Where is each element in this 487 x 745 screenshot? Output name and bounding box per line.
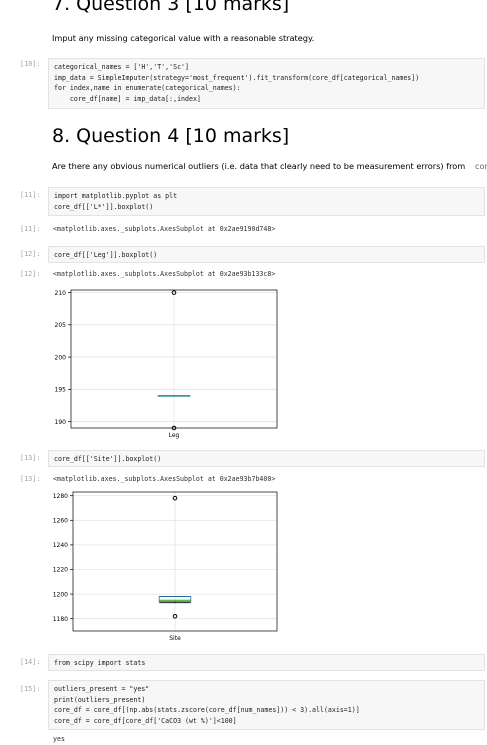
q3-heading: 7. Question 3 [10 marks]	[52, 0, 290, 15]
code-line: import matplotlib.pyplot as plt	[54, 192, 178, 200]
cell-prompt-out: [12]:	[20, 270, 41, 278]
code-cell[interactable]: outliers_present = "yes" print(outliers_…	[48, 680, 485, 730]
code-line: core_df[['Leg']].boxplot()	[54, 251, 158, 259]
y-tick-label: 205	[55, 322, 67, 329]
q4-instruction-overflow: cor	[475, 161, 487, 171]
y-tick-label: 1220	[53, 567, 68, 574]
code-line: core_df = core_df[core_df['CaCO3 (wt %)'…	[54, 716, 237, 725]
code-line: core_df[name] = imp_data[:,index]	[54, 94, 201, 103]
code-line: imp_data = SimpleImputer(strategy='most_…	[54, 73, 420, 82]
code-line: outliers_present = "yes"	[54, 685, 150, 693]
y-tick-label: 190	[55, 419, 67, 426]
code-line: for index,name in enumerate(categorical_…	[54, 84, 241, 92]
y-tick-label: 1240	[53, 542, 68, 549]
q4-instruction: Are there any obvious numerical outliers…	[52, 161, 466, 171]
q3-instruction: Imput any missing categorical value with…	[52, 33, 315, 43]
y-tick-label: 200	[55, 354, 67, 361]
code-cell[interactable]: import matplotlib.pyplot as plt core_df[…	[48, 187, 485, 216]
code-line: from scipy import stats	[54, 659, 146, 667]
code-cell[interactable]: core_df[['Leg']].boxplot()	[48, 246, 485, 263]
cell-output: <matplotlib.axes._subplots.AxesSubplot a…	[53, 225, 276, 233]
cell-prompt-in: [14]:	[20, 658, 41, 666]
x-tick-label: Site	[169, 635, 181, 642]
code-line: print(outliers_present)	[54, 695, 146, 704]
q4-heading: 8. Question 4 [10 marks]	[52, 125, 290, 147]
cell-prompt-in: [13]:	[20, 454, 41, 462]
code-cell[interactable]: core_df[['Site']].boxplot()	[48, 450, 485, 467]
cell-prompt-in: [12]:	[20, 250, 41, 258]
y-tick-label: 1200	[53, 591, 68, 598]
cell-prompt-out: [13]:	[20, 475, 41, 483]
code-line: categorical_names = ['H','T','Sc']	[54, 63, 189, 71]
cell-output: <matplotlib.axes._subplots.AxesSubplot a…	[53, 475, 276, 483]
code-cell[interactable]: from scipy import stats	[48, 654, 485, 671]
y-tick-label: 195	[55, 387, 67, 394]
leg-boxplot: 190 195 200 205 210 Leg	[55, 289, 278, 439]
y-tick-label: 210	[55, 290, 67, 297]
code-line: core_df = core_df[(np.abs(stats.zscore(c…	[54, 706, 360, 714]
code-line: core_df[['Site']].boxplot()	[54, 455, 162, 463]
cell-output: <matplotlib.axes._subplots.AxesSubplot a…	[53, 270, 276, 278]
y-tick-label: 1280	[53, 493, 68, 500]
y-tick-label: 1180	[53, 616, 68, 623]
cell-output: yes	[53, 735, 65, 743]
cell-prompt-in: [11]:	[20, 191, 41, 199]
cell-prompt-out: [11]:	[20, 225, 41, 233]
y-tick-label: 1260	[53, 517, 68, 524]
cell-prompt-in: [15]:	[20, 685, 41, 693]
cell-prompt-in: [10]:	[20, 60, 41, 68]
x-tick-label: Leg	[169, 432, 180, 439]
code-cell[interactable]: categorical_names = ['H','T','Sc'] imp_d…	[48, 58, 485, 109]
site-boxplot: 1180 1200 1220 1240 1260 1280 Site	[53, 491, 278, 642]
code-line: core_df[['L*']].boxplot()	[54, 202, 154, 211]
